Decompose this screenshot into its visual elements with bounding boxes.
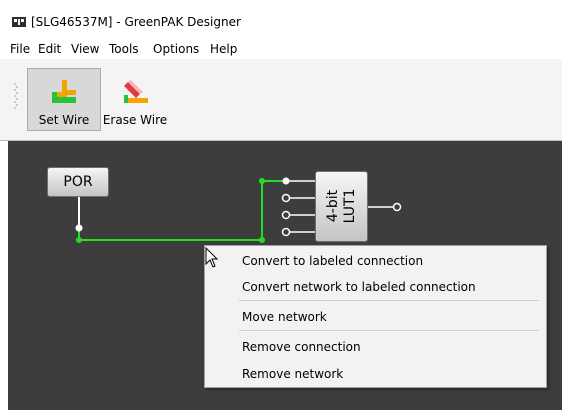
context-menu: Convert to labeled connection Convert ne…	[204, 245, 547, 388]
por-block[interactable]: POR	[47, 167, 109, 197]
lut-block[interactable]: 4-bit LUT1	[315, 171, 368, 242]
lut-input-pin-3[interactable]	[281, 210, 291, 220]
lut-output-pin[interactable]	[392, 202, 402, 212]
por-output-pin[interactable]	[75, 224, 83, 232]
wire-node[interactable]	[259, 178, 265, 184]
menu-separator	[239, 330, 539, 331]
menu-item-convert-labeled[interactable]: Convert to labeled connection	[242, 254, 423, 268]
menu-item-convert-network-labeled[interactable]: Convert network to labeled connection	[242, 280, 476, 294]
lut-input-pin-4[interactable]	[281, 227, 291, 237]
menu-item-remove-network[interactable]: Remove network	[242, 367, 343, 381]
wire-node[interactable]	[76, 237, 82, 243]
menu-item-move-network[interactable]: Move network	[242, 310, 327, 324]
menu-item-remove-connection[interactable]: Remove connection	[242, 340, 361, 354]
mouse-pointer-icon	[205, 247, 219, 268]
lut-input-pin-2[interactable]	[281, 193, 291, 203]
lut-block-label: 4-bit LUT1	[324, 188, 358, 223]
wire-node[interactable]	[259, 237, 265, 243]
menu-separator	[239, 300, 539, 301]
lut-input-pin-1[interactable]	[282, 177, 290, 185]
